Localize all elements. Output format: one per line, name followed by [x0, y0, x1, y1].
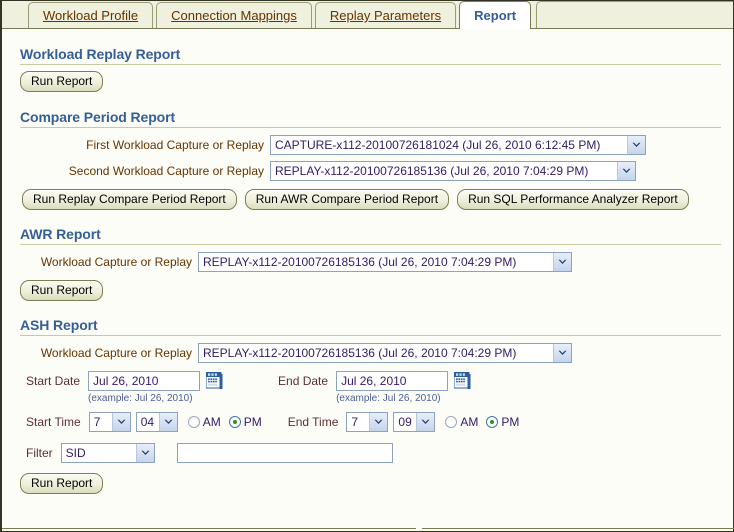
ash-capture-label: Workload Capture or Replay [40, 346, 192, 360]
report-content: Workload Replay Report Run Report Compar… [2, 29, 733, 531]
radio-indicator[interactable] [445, 416, 458, 428]
start-time-minute-value: 04 [140, 415, 155, 429]
first-capture-row: First Workload Capture or Replay CAPTURE… [2, 128, 733, 155]
second-capture-select-value: REPLAY-x112-20100726185136 (Jul 26, 2010… [275, 164, 589, 178]
filter-label: Filter [26, 446, 53, 460]
start-date-label: Start Date [26, 374, 81, 388]
start-date-hint: (example: Jul 26, 2010) [88, 393, 193, 404]
start-date-calendar-icon[interactable] [205, 371, 224, 393]
first-capture-label: First Workload Capture or Replay [86, 138, 264, 152]
end-time-minute-value: 09 [398, 415, 412, 429]
run-awr-compare-period-report-button[interactable]: Run AWR Compare Period Report [244, 189, 450, 210]
end-time-hour-value: 7 [351, 415, 359, 429]
tab-label[interactable]: Report [474, 8, 516, 23]
ash-filter-row: Filter SID [2, 432, 733, 463]
awr-capture-select[interactable]: REPLAY-x112-20100726185136 (Jul 26, 2010… [198, 252, 572, 272]
tab-report[interactable]: Report [459, 1, 532, 29]
start-date-input[interactable] [88, 371, 201, 391]
ash-capture-row: Workload Capture or Replay REPLAY-x112-2… [2, 336, 733, 363]
start-time-hour-value: 7 [93, 415, 101, 429]
application-window: Workload Profile Connection Mappings Rep… [0, 0, 734, 532]
run-replay-compare-period-report-button[interactable]: Run Replay Compare Period Report [22, 189, 237, 210]
tab-label[interactable]: Connection Mappings [171, 8, 297, 23]
end-date-label: End Date [278, 374, 329, 388]
section-title: Workload Replay Report [20, 46, 181, 62]
tab-connection-mappings[interactable]: Connection Mappings [156, 2, 312, 28]
section-title: AWR Report [20, 226, 101, 242]
chevron-down-icon[interactable] [416, 413, 435, 431]
bottom-tab-stub [2, 525, 734, 531]
awr-capture-select-value: REPLAY-x112-20100726185136 (Jul 26, 2010… [203, 255, 517, 269]
end-time-pm-label: PM [501, 415, 520, 429]
start-time-pm-radio[interactable]: PM [228, 415, 262, 429]
radio-indicator[interactable] [486, 416, 499, 428]
ash-capture-select[interactable]: REPLAY-x112-20100726185136 (Jul 26, 2010… [198, 343, 572, 363]
second-capture-row: Second Workload Capture or Replay REPLAY… [2, 155, 733, 181]
chevron-down-icon[interactable] [369, 413, 388, 431]
section-title: Compare Period Report [20, 109, 176, 125]
bottom-rule-right [422, 528, 734, 529]
run-sql-performance-analyzer-report-button[interactable]: Run SQL Performance Analyzer Report [457, 189, 689, 210]
tab-bar-filler [536, 1, 733, 28]
end-time-label: End Time [287, 415, 339, 429]
chevron-down-icon[interactable] [627, 136, 645, 154]
filter-type-select[interactable]: SID [60, 443, 155, 463]
end-date-input[interactable] [336, 371, 449, 391]
start-time-am-radio[interactable]: AM [187, 415, 221, 429]
section-workload-replay-report: Workload Replay Report Run Report [2, 29, 733, 92]
filter-type-value: SID [65, 446, 86, 460]
start-time-hour-select[interactable]: 7 [88, 412, 131, 432]
end-date-hint: (example: Jul 26, 2010) [336, 393, 441, 404]
start-time-pm-label: PM [243, 415, 262, 429]
tab-replay-parameters[interactable]: Replay Parameters [314, 2, 457, 28]
run-awr-report-button[interactable]: Run Report [20, 280, 104, 301]
section-compare-period-report: Compare Period Report First Workload Cap… [2, 92, 733, 210]
end-time-hour-select[interactable]: 7 [346, 412, 389, 432]
bottom-rule-left [2, 528, 416, 529]
chevron-down-icon[interactable] [111, 413, 130, 431]
chevron-down-icon[interactable] [553, 344, 571, 362]
end-time-minute-select[interactable]: 09 [393, 412, 436, 432]
start-time-am-label: AM [202, 415, 221, 429]
awr-capture-row: Workload Capture or Replay REPLAY-x112-2… [2, 245, 733, 272]
chevron-down-icon[interactable] [617, 162, 635, 180]
end-time-pm-radio[interactable]: PM [486, 415, 519, 429]
radio-indicator[interactable] [187, 416, 200, 428]
first-capture-select[interactable]: CAPTURE-x112-20100726181024 (Jul 26, 201… [270, 135, 646, 155]
ash-date-row: Start Date (example: Jul 26, 2010) [2, 363, 733, 404]
tab-label[interactable]: Replay Parameters [330, 8, 441, 23]
chevron-down-icon[interactable] [553, 253, 571, 271]
end-date-calendar-icon[interactable] [453, 371, 472, 393]
compare-period-buttons-row: Run Replay Compare Period Report Run AWR… [2, 181, 733, 210]
second-capture-select[interactable]: REPLAY-x112-20100726185136 (Jul 26, 2010… [270, 161, 636, 181]
radio-indicator[interactable] [228, 416, 241, 428]
run-workload-replay-report-button[interactable]: Run Report [20, 71, 104, 92]
start-time-minute-select[interactable]: 04 [135, 412, 178, 432]
section-ash-report: ASH Report Workload Capture or Replay RE… [2, 301, 733, 494]
chevron-down-icon[interactable] [158, 413, 177, 431]
chevron-down-icon[interactable] [135, 444, 154, 462]
section-title: ASH Report [20, 317, 98, 333]
awr-capture-label: Workload Capture or Replay [40, 255, 192, 269]
section-awr-report: AWR Report Workload Capture or Replay RE… [2, 210, 733, 301]
tab-workload-profile[interactable]: Workload Profile [28, 2, 154, 28]
ash-time-row: Start Time 7 04 AM PM End Time 7 09 AM P… [2, 404, 733, 432]
ash-capture-select-value: REPLAY-x112-20100726185136 (Jul 26, 2010… [203, 346, 517, 360]
first-capture-select-value: CAPTURE-x112-20100726181024 (Jul 26, 201… [275, 138, 601, 152]
start-time-label: Start Time [26, 415, 81, 429]
end-time-am-label: AM [460, 415, 479, 429]
tab-label[interactable]: Workload Profile [43, 8, 138, 23]
end-time-am-radio[interactable]: AM [445, 415, 478, 429]
second-capture-label: Second Workload Capture or Replay [68, 164, 264, 178]
filter-value-input[interactable] [176, 443, 393, 463]
run-ash-report-button[interactable]: Run Report [20, 473, 104, 494]
tab-bar: Workload Profile Connection Mappings Rep… [2, 1, 733, 29]
